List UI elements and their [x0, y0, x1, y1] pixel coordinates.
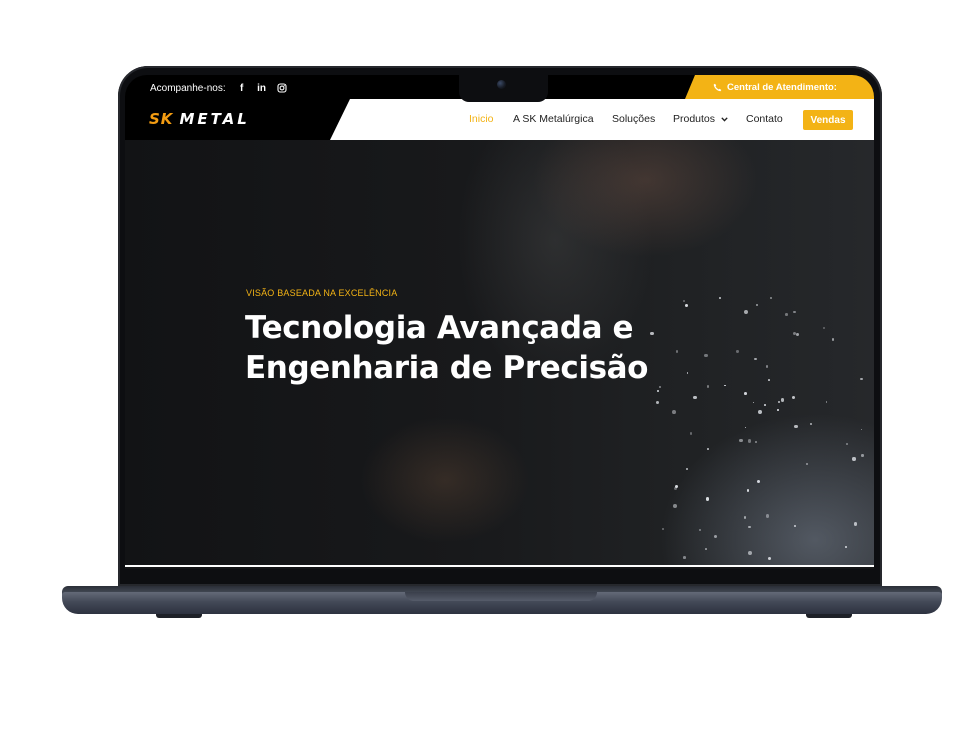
spark-particle [859, 377, 863, 381]
laptop-screen: Acompanhe-nos: f in Central de Atendimen… [125, 75, 874, 569]
hero-headline-line2: Engenharia de Precisão [245, 350, 649, 386]
spark-particle [684, 303, 689, 308]
spark-particle [705, 548, 707, 550]
spark-particle [853, 522, 857, 526]
spark-particle [744, 426, 747, 429]
spark-particle [763, 403, 766, 406]
spark-particle [662, 527, 665, 530]
instagram-icon[interactable] [274, 82, 290, 94]
nav-item-contato[interactable]: Contato [746, 113, 783, 125]
sales-button[interactable]: Vendas [803, 110, 853, 130]
spark-particle [791, 395, 796, 400]
camera-icon [497, 80, 506, 89]
spark-particle [655, 401, 659, 405]
nav-item-produtos-label: Produtos [673, 113, 716, 125]
hero-headline: Tecnologia Avançada e Engenharia de Prec… [245, 308, 765, 388]
spark-particle [793, 524, 796, 527]
spark-particle [748, 551, 752, 555]
spark-particle [809, 422, 812, 425]
spark-particle [765, 514, 770, 518]
spark-particle [780, 398, 785, 402]
spark-particle [806, 462, 809, 465]
spark-particle [860, 428, 863, 431]
spark-particle [656, 389, 660, 393]
spark-particle [705, 496, 710, 501]
spark-particle [752, 401, 755, 404]
spark-particle [861, 454, 864, 457]
spark-particle [743, 391, 747, 395]
header-nav-area [330, 99, 874, 140]
hero-bottom-divider [125, 565, 874, 567]
spark-particle [785, 313, 788, 316]
spark-particle [739, 438, 743, 442]
laptop-mockup-scene: Acompanhe-nos: f in Central de Atendimen… [0, 0, 976, 733]
spark-particle [743, 516, 747, 519]
laptop-opening-notch [405, 592, 597, 601]
spark-particle [777, 400, 780, 404]
laptop-foot-right [806, 614, 852, 618]
spark-particle [756, 304, 759, 307]
spark-particle [756, 479, 761, 484]
chevron-down-icon [721, 117, 728, 122]
spark-particle [719, 297, 722, 300]
social-follow: Acompanhe-nos: f in [150, 82, 290, 94]
spark-particle [846, 443, 848, 446]
spark-particle [765, 365, 769, 368]
linkedin-icon[interactable]: in [254, 82, 270, 94]
call-center-label: Central de Atendimento: [727, 81, 837, 93]
spark-particle [768, 379, 770, 382]
spark-particle [675, 485, 679, 489]
spark-particle [673, 504, 677, 508]
spark-particle [713, 535, 717, 539]
phone-icon [713, 83, 722, 91]
spark-particle [755, 441, 758, 444]
facebook-icon[interactable]: f [234, 82, 250, 94]
call-center-bar[interactable]: Central de Atendimento: [685, 75, 874, 99]
spark-particle [796, 332, 800, 336]
spark-particle [747, 439, 752, 444]
spark-particle [707, 448, 709, 450]
spark-particle [672, 409, 677, 414]
spark-particle [683, 556, 686, 559]
spark-particle [792, 310, 796, 314]
spark-particle [698, 528, 702, 532]
spark-particle [682, 300, 685, 302]
logo-sk: SK [149, 110, 174, 128]
spark-particle [758, 409, 762, 414]
spark-particle [767, 557, 771, 561]
nav-item-sk-metalurgica[interactable]: A SK Metalúrgica [513, 113, 594, 125]
spark-particle [844, 545, 847, 549]
spark-particle [693, 396, 697, 400]
sk-metal-logo[interactable]: SK METAL [149, 110, 250, 128]
spark-particle [825, 401, 828, 403]
spark-particle [686, 467, 689, 470]
nav-item-solucoes[interactable]: Soluções [612, 113, 655, 125]
spark-particle [690, 432, 693, 435]
nav-item-produtos[interactable]: Produtos [673, 113, 728, 125]
spark-particle [746, 489, 749, 492]
laptop-foot-left [156, 614, 202, 618]
hero-headline-line1: Tecnologia Avançada e [245, 310, 634, 346]
follow-label: Acompanhe-nos: [150, 82, 226, 94]
spark-particle [852, 457, 856, 461]
spark-particle [831, 338, 835, 341]
spark-particle [793, 424, 798, 429]
logo-metal: METAL [179, 110, 250, 128]
spark-particle [822, 326, 825, 329]
hero-kicker: VISÃO BASEADA NA EXCELÊNCIA [246, 288, 398, 298]
spark-particle [776, 409, 779, 411]
nav-item-inicio[interactable]: Inicio [469, 113, 494, 125]
spark-particle [769, 296, 773, 299]
spark-particle [747, 525, 751, 529]
